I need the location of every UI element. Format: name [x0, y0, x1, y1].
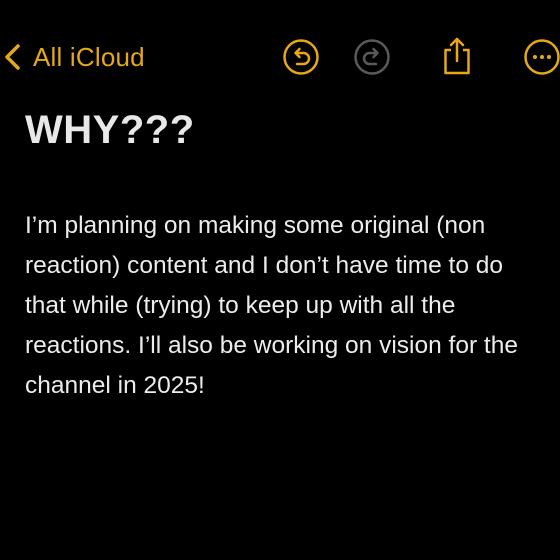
chevron-left-icon	[2, 41, 24, 73]
more-button[interactable]	[522, 37, 560, 77]
back-button[interactable]: All iCloud	[0, 36, 160, 78]
note-title[interactable]: WHY???	[25, 106, 195, 154]
share-button[interactable]	[437, 35, 477, 75]
redo-button[interactable]	[352, 37, 392, 77]
share-icon	[437, 35, 477, 77]
undo-icon	[281, 37, 321, 77]
note-body[interactable]: I’m planning on making some original (no…	[25, 206, 550, 406]
undo-button[interactable]	[281, 37, 321, 77]
redo-icon	[352, 37, 392, 77]
more-icon	[522, 37, 560, 77]
back-label: All iCloud	[33, 42, 145, 72]
note-toolbar: All iCloud	[0, 0, 560, 100]
